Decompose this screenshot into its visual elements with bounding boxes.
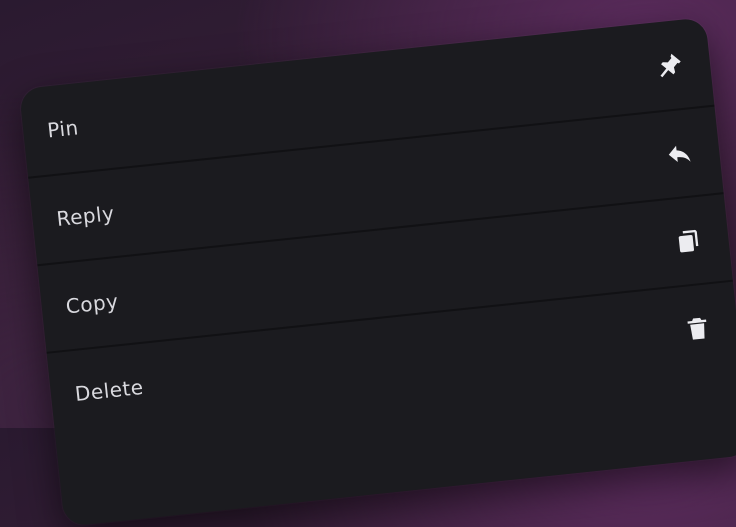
pin-icon (652, 47, 687, 82)
menu-item-label: Delete (73, 374, 145, 407)
menu-item-label: Reply (55, 201, 116, 231)
menu-item-label: Pin (46, 115, 80, 143)
trash-icon (680, 311, 715, 346)
context-menu: Pin Reply Copy Delete (18, 17, 736, 527)
menu-item-label: Copy (64, 289, 120, 319)
reply-icon (662, 136, 697, 171)
copy-icon (671, 224, 706, 259)
